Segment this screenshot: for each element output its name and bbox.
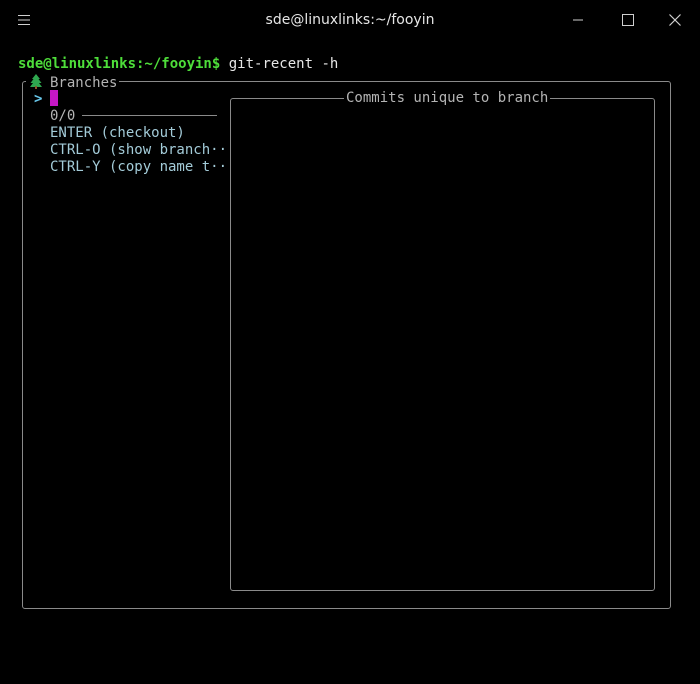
branches-panel-title: Branches <box>26 73 120 92</box>
match-count: 0/0 <box>50 108 76 124</box>
branches-title-label: Branches <box>50 75 118 91</box>
window-title: sde@linuxlinks:~/fooyin <box>265 12 435 28</box>
close-icon[interactable] <box>665 10 685 30</box>
help-show-branch: CTRL-O (show branch·· <box>50 142 228 158</box>
terminal-window: sde@linuxlinks:~/fooyin sde@linuxlinks:~… <box>0 0 700 684</box>
help-copy-name: CTRL-Y (copy name t·· <box>50 159 228 175</box>
help-checkout: ENTER (checkout) <box>50 125 185 141</box>
command-text: git-recent -h <box>220 56 339 72</box>
selection-pointer: > <box>34 91 43 107</box>
commits-panel-title: Commits unique to branch <box>344 90 551 107</box>
maximize-icon[interactable] <box>618 10 638 30</box>
count-separator <box>82 115 217 116</box>
shell-prompt: sde@linuxlinks:~/fooyin$ <box>18 56 221 72</box>
command-line: sde@linuxlinks:~/fooyin$ git-recent -h <box>18 56 338 73</box>
title-bar: sde@linuxlinks:~/fooyin <box>0 0 700 42</box>
minimize-icon[interactable] <box>568 10 588 30</box>
evergreen-tree-icon <box>30 74 42 89</box>
input-cursor[interactable] <box>50 90 58 106</box>
terminal-content[interactable]: sde@linuxlinks:~/fooyin$ git-recent -h B… <box>0 42 700 684</box>
commits-preview-panel[interactable] <box>230 98 655 591</box>
